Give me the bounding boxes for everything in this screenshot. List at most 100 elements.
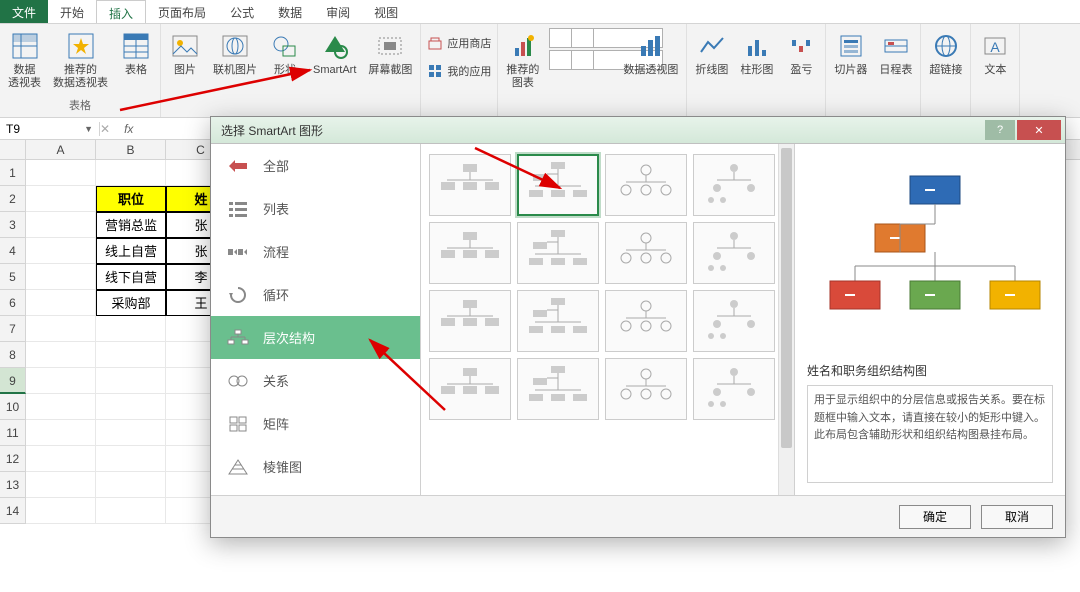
name-box[interactable]: T9 ▼: [0, 122, 100, 136]
cell[interactable]: [26, 290, 96, 316]
tab-data[interactable]: 数据: [266, 0, 314, 23]
row-head[interactable]: 3: [0, 212, 26, 238]
cell[interactable]: [26, 420, 96, 446]
row-head[interactable]: 2: [0, 186, 26, 212]
tab-page-layout[interactable]: 页面布局: [146, 0, 218, 23]
cell[interactable]: 营销总监: [96, 212, 166, 238]
row-head[interactable]: 5: [0, 264, 26, 290]
cell[interactable]: [96, 316, 166, 342]
layout-thumb[interactable]: [693, 222, 775, 284]
layout-thumb[interactable]: [605, 358, 687, 420]
cell[interactable]: [96, 472, 166, 498]
my-apps-button[interactable]: 我的应用: [427, 58, 491, 84]
cell[interactable]: [26, 342, 96, 368]
layout-thumb[interactable]: [429, 290, 511, 352]
layout-thumb[interactable]: [429, 222, 511, 284]
cell[interactable]: [26, 160, 96, 186]
cell[interactable]: [96, 420, 166, 446]
select-all-corner[interactable]: [0, 140, 26, 159]
chevron-down-icon[interactable]: ▼: [84, 124, 93, 134]
category-process[interactable]: 流程: [211, 230, 420, 273]
shapes-button[interactable]: 形状: [267, 28, 303, 79]
sparkline-line-button[interactable]: 折线图: [693, 28, 730, 79]
cell[interactable]: 线下自营: [96, 264, 166, 290]
cell[interactable]: [96, 160, 166, 186]
layout-thumb[interactable]: [693, 358, 775, 420]
app-store-button[interactable]: 应用商店: [427, 30, 491, 56]
row-head[interactable]: 11: [0, 420, 26, 446]
tab-review[interactable]: 审阅: [314, 0, 362, 23]
layout-thumb[interactable]: [517, 290, 599, 352]
fx-icon[interactable]: fx: [116, 122, 141, 136]
row-head[interactable]: 13: [0, 472, 26, 498]
cell[interactable]: [26, 316, 96, 342]
row-head[interactable]: 12: [0, 446, 26, 472]
cell[interactable]: [96, 368, 166, 394]
cell[interactable]: [26, 238, 96, 264]
textbox-button[interactable]: A 文本: [977, 28, 1013, 79]
recommended-charts-button[interactable]: 推荐的 图表: [504, 28, 541, 92]
cancel-formula-icon[interactable]: ✕: [100, 122, 110, 136]
layout-thumb[interactable]: [605, 222, 687, 284]
pivot-chart-button[interactable]: 数据透视图: [621, 28, 680, 79]
layout-thumb[interactable]: [693, 154, 775, 216]
layout-thumb[interactable]: [429, 358, 511, 420]
cancel-button[interactable]: 取消: [981, 505, 1053, 529]
table-button[interactable]: 表格: [118, 28, 154, 79]
timeline-button[interactable]: 日程表: [877, 28, 914, 79]
dialog-help-button[interactable]: ?: [985, 120, 1015, 140]
category-hierarchy[interactable]: 层次结构: [211, 316, 420, 359]
row-head[interactable]: 10: [0, 394, 26, 420]
cell[interactable]: [26, 186, 96, 212]
col-head-a[interactable]: A: [26, 140, 96, 159]
row-head[interactable]: 7: [0, 316, 26, 342]
cell[interactable]: [96, 446, 166, 472]
cell[interactable]: 采购部: [96, 290, 166, 316]
category-pyramid[interactable]: 棱锥图: [211, 445, 420, 488]
category-picture[interactable]: 图片: [211, 488, 420, 495]
tab-formulas[interactable]: 公式: [218, 0, 266, 23]
recommended-pivot-button[interactable]: 推荐的 数据透视表: [51, 28, 110, 92]
chart-type-gallery[interactable]: [549, 28, 613, 70]
row-head[interactable]: 14: [0, 498, 26, 524]
picture-button[interactable]: 图片: [167, 28, 203, 79]
cell[interactable]: [26, 368, 96, 394]
smartart-button[interactable]: SmartArt: [311, 28, 358, 79]
category-all[interactable]: 全部: [211, 144, 420, 187]
cell[interactable]: [26, 212, 96, 238]
cell[interactable]: [26, 264, 96, 290]
cell[interactable]: [26, 446, 96, 472]
layout-thumb[interactable]: [605, 290, 687, 352]
layout-thumb[interactable]: [429, 154, 511, 216]
dialog-close-button[interactable]: ✕: [1017, 120, 1061, 140]
cell[interactable]: [96, 394, 166, 420]
dialog-titlebar[interactable]: 选择 SmartArt 图形 ? ✕: [211, 117, 1065, 143]
layout-thumb[interactable]: [517, 358, 599, 420]
sparkline-column-button[interactable]: 柱形图: [738, 28, 775, 79]
cell[interactable]: 职位: [96, 186, 166, 212]
pivot-table-button[interactable]: 数据 透视表: [6, 28, 43, 92]
cell[interactable]: [96, 498, 166, 524]
row-head[interactable]: 9: [0, 368, 26, 394]
gallery-scrollbar[interactable]: [778, 144, 794, 495]
row-head[interactable]: 4: [0, 238, 26, 264]
layout-thumb[interactable]: [693, 290, 775, 352]
category-cycle[interactable]: 循环: [211, 273, 420, 316]
scrollbar-thumb[interactable]: [781, 148, 792, 448]
tab-home[interactable]: 开始: [48, 0, 96, 23]
cell[interactable]: [26, 498, 96, 524]
layout-thumb[interactable]: [605, 154, 687, 216]
ok-button[interactable]: 确定: [899, 505, 971, 529]
tab-view[interactable]: 视图: [362, 0, 410, 23]
row-head[interactable]: 1: [0, 160, 26, 186]
cell[interactable]: [96, 342, 166, 368]
tab-insert[interactable]: 插入: [96, 0, 146, 23]
col-head-b[interactable]: B: [96, 140, 166, 159]
category-list[interactable]: 列表: [211, 187, 420, 230]
category-matrix[interactable]: 矩阵: [211, 402, 420, 445]
online-picture-button[interactable]: 联机图片: [211, 28, 259, 79]
row-head[interactable]: 8: [0, 342, 26, 368]
category-relationship[interactable]: 关系: [211, 359, 420, 402]
slicer-button[interactable]: 切片器: [832, 28, 869, 79]
cell[interactable]: [26, 472, 96, 498]
